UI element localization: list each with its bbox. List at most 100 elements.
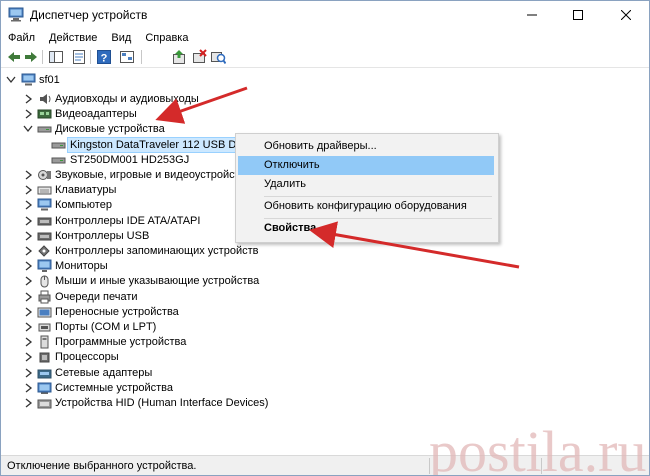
- keyboard-icon: [37, 186, 52, 195]
- processor-icon: [39, 352, 50, 363]
- properties-icon[interactable]: [71, 49, 87, 65]
- storage-controller-icon: [38, 245, 50, 257]
- expand-icon[interactable]: [23, 336, 33, 348]
- status-text: Отключение выбранного устройства.: [7, 460, 197, 472]
- menu-uninstall[interactable]: Удалить: [238, 175, 494, 194]
- expand-icon[interactable]: [23, 291, 33, 303]
- disk-drive-icon: [51, 142, 66, 149]
- hid-icon: [37, 399, 52, 409]
- show-hide-console-tree-icon[interactable]: [48, 49, 64, 65]
- menu-view[interactable]: Вид: [104, 29, 138, 48]
- expand-icon[interactable]: [23, 230, 33, 242]
- toolbar: ?: [1, 48, 649, 68]
- window-title: Диспетчер устройств: [30, 8, 148, 22]
- tree-item-label: Очереди печати: [55, 291, 138, 303]
- tree-item-label: Сетевые адаптеры: [55, 367, 153, 379]
- tree-item-mouse[interactable]: Мыши и иные указывающие устройства: [23, 273, 323, 289]
- console-tree-icon[interactable]: [119, 49, 135, 65]
- title-bar: Диспетчер устройств: [1, 1, 649, 29]
- expand-icon[interactable]: [23, 215, 33, 227]
- tree-item-hid[interactable]: Устройства HID (Human Interface Devices): [23, 395, 323, 411]
- expand-icon[interactable]: [23, 169, 33, 181]
- tree-root[interactable]: sf01: [6, 72, 86, 88]
- computer-icon: [21, 73, 36, 86]
- software-device-icon: [40, 335, 49, 349]
- maximize-icon: [573, 10, 583, 20]
- close-icon: [621, 10, 631, 20]
- maximize-button[interactable]: [555, 1, 601, 29]
- minimize-button[interactable]: [509, 1, 555, 29]
- expand-icon[interactable]: [23, 108, 33, 120]
- back-icon[interactable]: [6, 49, 22, 65]
- menu-bar: Файл Действие Вид Справка: [1, 29, 649, 48]
- minimize-icon: [527, 14, 537, 16]
- collapse-icon[interactable]: [6, 74, 16, 86]
- svg-text:?: ?: [101, 53, 108, 65]
- help-icon[interactable]: ?: [96, 49, 112, 65]
- tree-root-label: sf01: [39, 74, 60, 86]
- tree-item-display-adapter[interactable]: Видеоадаптеры: [23, 106, 323, 122]
- tree-item-system-device[interactable]: Системные устройства: [23, 380, 323, 396]
- close-button[interactable]: [603, 1, 649, 29]
- tree-item-label: Переносные устройства: [55, 306, 179, 318]
- tree-item-storage-controller[interactable]: Контроллеры запоминающих устройств: [23, 243, 323, 259]
- device-tree[interactable]: sf01 Аудиовходы и аудиовыходы Видеоадапте…: [1, 68, 649, 455]
- menu-scan-hardware[interactable]: Обновить конфигурацию оборудования: [238, 197, 494, 216]
- toolbar-separator: [42, 50, 43, 64]
- expand-icon[interactable]: [23, 93, 33, 105]
- tree-item-label: Контроллеры IDE ATA/ATAPI: [55, 215, 201, 227]
- menu-file[interactable]: Файл: [1, 29, 42, 48]
- monitor-icon: [37, 259, 52, 272]
- tree-item-processor[interactable]: Процессоры: [23, 349, 323, 365]
- uninstall-icon[interactable]: [191, 49, 207, 65]
- tree-item-label: Процессоры: [55, 351, 119, 363]
- scan-hardware-icon[interactable]: [210, 49, 226, 65]
- expand-icon[interactable]: [23, 245, 33, 257]
- sound-icon: [38, 170, 51, 180]
- expand-icon[interactable]: [23, 321, 33, 333]
- tree-item-label: Видеоадаптеры: [55, 108, 137, 120]
- expand-icon[interactable]: [23, 275, 33, 287]
- expand-icon[interactable]: [23, 367, 33, 379]
- toolbar-separator: [90, 50, 91, 64]
- tree-item-software-device[interactable]: Программные устройства: [23, 334, 323, 350]
- disk-drive-icon: [51, 157, 66, 164]
- tree-item-monitor[interactable]: Мониторы: [23, 258, 323, 274]
- menu-update-driver[interactable]: Обновить драйверы...: [238, 137, 494, 156]
- expand-icon[interactable]: [23, 306, 33, 318]
- tree-item-label: Контроллеры запоминающих устройств: [55, 245, 259, 257]
- menu-disable[interactable]: Отключить: [238, 156, 494, 175]
- tree-item-label: Порты (COM и LPT): [55, 321, 157, 333]
- disk-drive-icon: [37, 126, 52, 133]
- expand-icon[interactable]: [23, 260, 33, 272]
- tree-item-label: Контроллеры USB: [55, 230, 150, 242]
- computer-icon: [37, 198, 52, 211]
- forward-icon[interactable]: [23, 49, 39, 65]
- expand-icon[interactable]: [23, 351, 33, 363]
- device-manager-window: Диспетчер устройств Файл Действие Вид Сп…: [0, 0, 650, 476]
- expand-icon[interactable]: [23, 382, 33, 394]
- tree-item-audio-io[interactable]: Аудиовходы и аудиовыходы: [23, 91, 323, 107]
- menu-properties[interactable]: Свойства: [238, 219, 494, 238]
- tree-item-label: Клавиатуры: [55, 184, 117, 196]
- expand-icon[interactable]: [23, 199, 33, 211]
- expand-icon[interactable]: [23, 184, 33, 196]
- port-icon: [38, 323, 51, 332]
- display-adapter-icon: [37, 109, 52, 119]
- tree-item-port[interactable]: Порты (COM и LPT): [23, 319, 323, 335]
- collapse-icon[interactable]: [23, 123, 33, 135]
- tree-item-label: Звуковые, игровые и видеоустройства: [55, 169, 252, 181]
- tree-item-network-adapter[interactable]: Сетевые адаптеры: [23, 365, 323, 381]
- update-driver-icon[interactable]: [171, 49, 187, 65]
- tree-item-label: Мониторы: [55, 260, 108, 272]
- menu-help[interactable]: Справка: [138, 29, 195, 48]
- menu-action[interactable]: Действие: [42, 29, 104, 48]
- usb-controller-icon: [37, 232, 52, 241]
- tree-item-print-queue[interactable]: Очереди печати: [23, 289, 323, 305]
- portable-device-icon: [37, 307, 52, 318]
- expand-icon[interactable]: [23, 397, 33, 409]
- tree-item-portable-device[interactable]: Переносные устройства: [23, 304, 323, 320]
- tree-device-label: ST250DM001 HD253GJ: [70, 154, 190, 166]
- print-queue-icon: [38, 290, 51, 304]
- tree-item-label: Дисковые устройства: [55, 123, 165, 135]
